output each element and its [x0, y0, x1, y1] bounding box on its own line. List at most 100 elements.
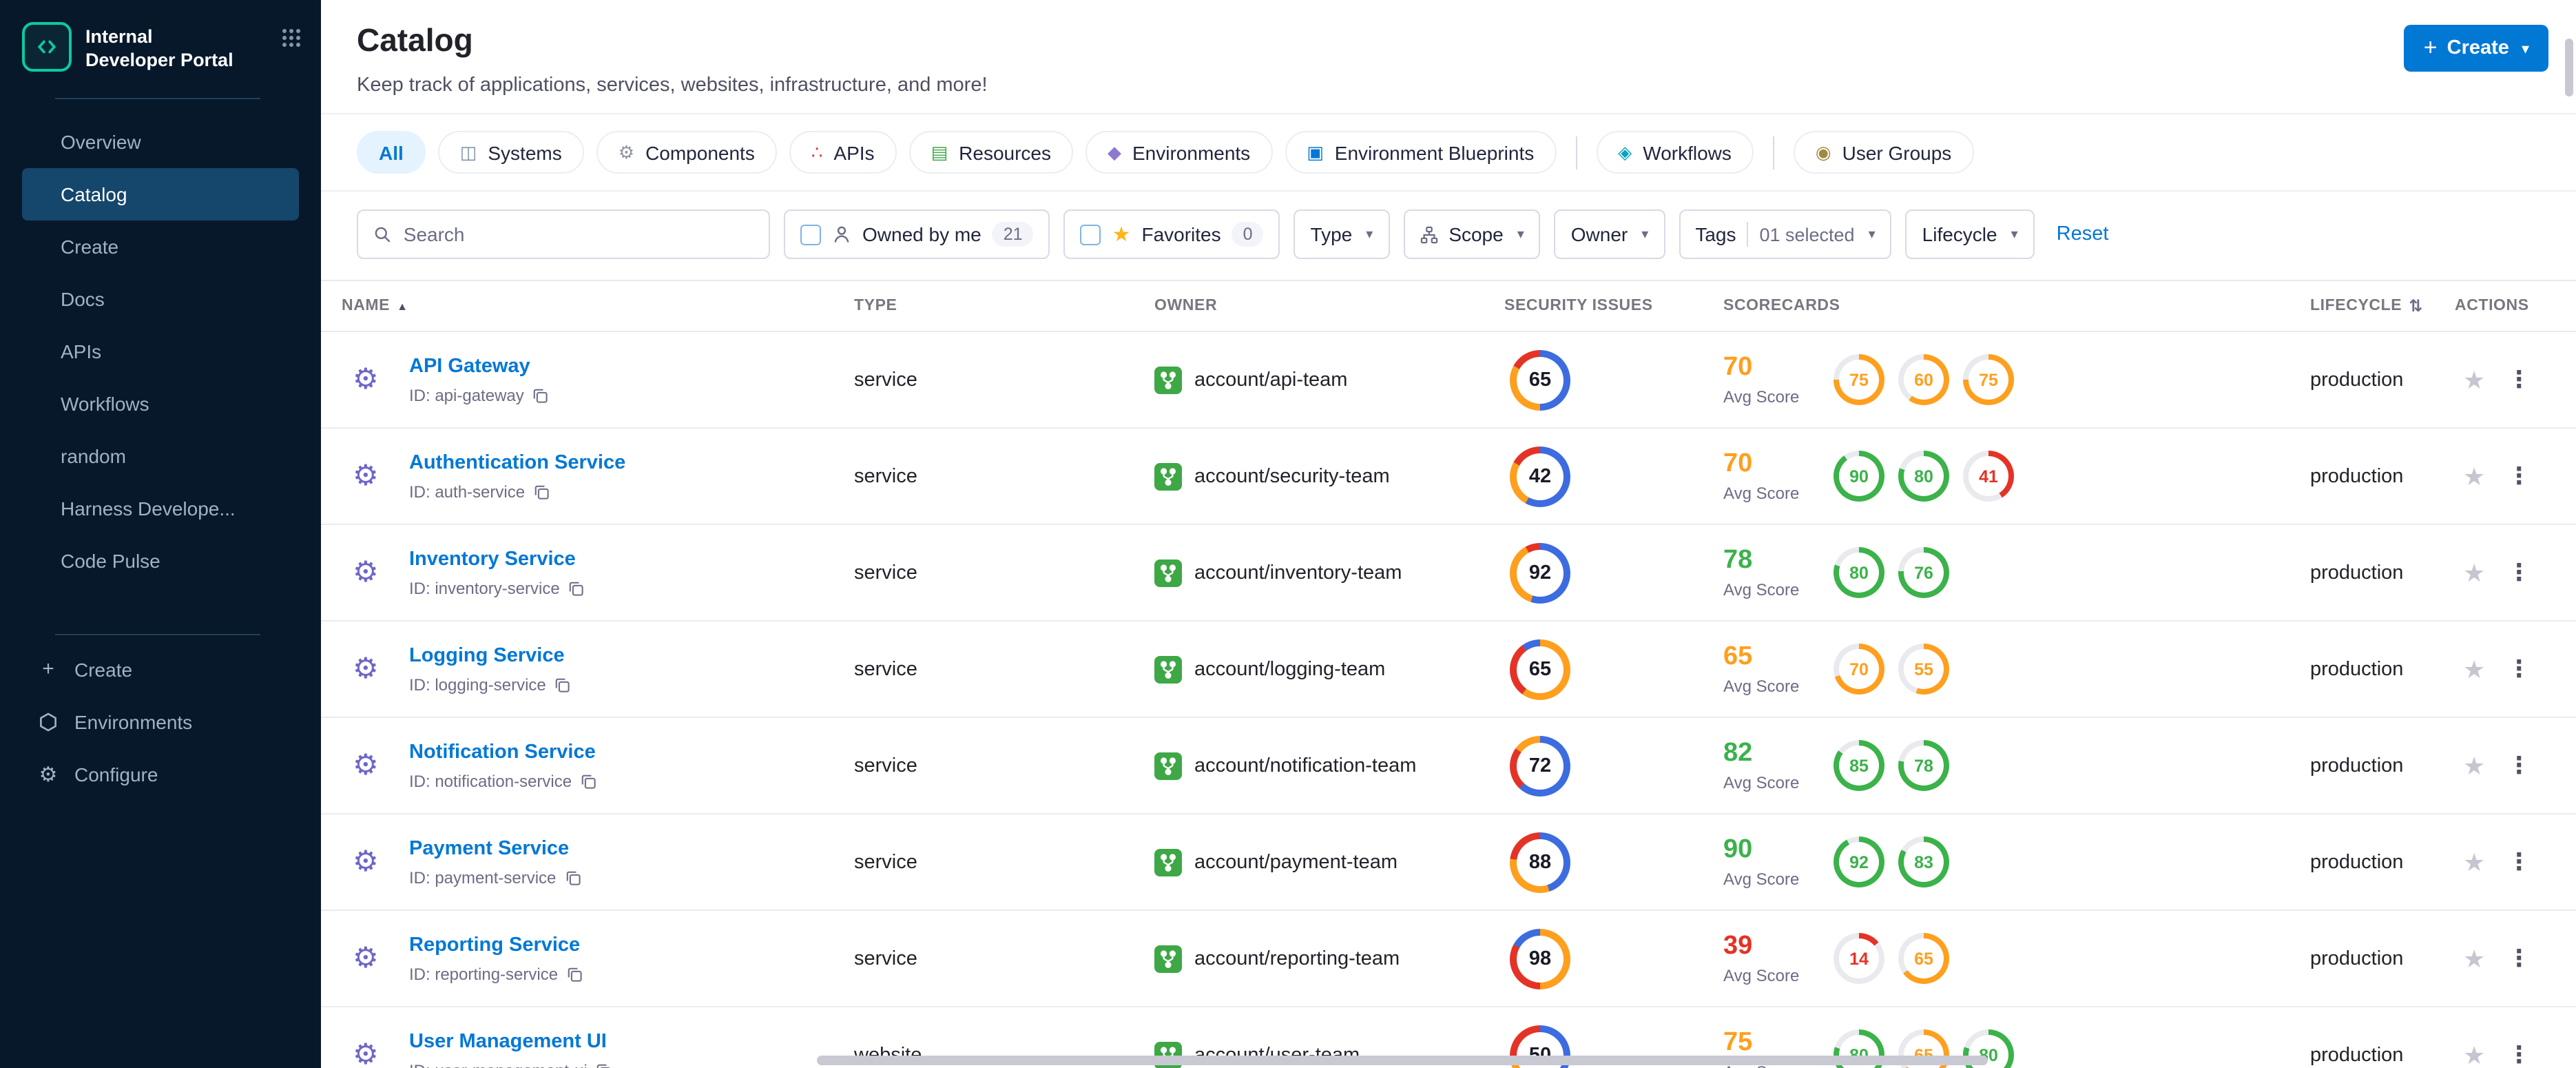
copy-icon[interactable] [533, 484, 550, 500]
favorite-star-icon[interactable]: ★ [2463, 1043, 2485, 1067]
tab-environments[interactable]: ◆ Environments [1086, 131, 1273, 174]
scorecard-ring[interactable]: 85 [1834, 740, 1884, 791]
component-name-link[interactable]: Inventory Service [409, 548, 576, 571]
tab-environment-blueprints[interactable]: ▣ Environment Blueprints [1285, 131, 1557, 174]
sidebar-item-configure[interactable]: ⚙ Configure [22, 748, 299, 800]
sidebar-item-create[interactable]: Create [22, 220, 299, 272]
component-name-link[interactable]: User Management UI [409, 1031, 607, 1053]
copy-icon[interactable] [568, 580, 585, 597]
tab-apis[interactable]: ∴ APIs [789, 131, 897, 174]
favorite-star-icon[interactable]: ★ [2463, 946, 2485, 971]
scorecard-ring[interactable]: 75 [1834, 354, 1884, 405]
copy-icon[interactable] [554, 677, 571, 693]
scorecard-ring[interactable]: 92 [1834, 836, 1884, 887]
component-id: ID: reporting-service [409, 965, 559, 984]
component-name-link[interactable]: API Gateway [409, 356, 530, 378]
table-row: ⚙ Payment Service ID: payment-service se… [321, 814, 2576, 911]
row-menu-icon[interactable]: ⋮ [2507, 947, 2531, 970]
scorecard-ring[interactable]: 70 [1834, 644, 1884, 695]
component-name-link[interactable]: Logging Service [409, 645, 565, 667]
sidebar-item-code-pulse[interactable]: Code Pulse [22, 534, 299, 586]
sidebar-item-apis[interactable]: APIs [22, 325, 299, 377]
row-menu-icon[interactable]: ⋮ [2507, 1043, 2531, 1067]
row-menu-icon[interactable]: ⋮ [2507, 754, 2531, 777]
row-menu-icon[interactable]: ⋮ [2507, 368, 2531, 391]
tab-all[interactable]: All [357, 131, 426, 174]
scorecard-ring[interactable]: 55 [1898, 644, 1949, 695]
scorecard-ring[interactable]: 83 [1898, 836, 1949, 887]
favorite-star-icon[interactable]: ★ [2463, 657, 2485, 681]
create-button[interactable]: + Create ▾ [2404, 25, 2548, 72]
component-id: ID: api-gateway [409, 386, 524, 405]
tab-systems[interactable]: ◫ Systems [437, 131, 584, 174]
sidebar-item-create[interactable]: + Create [22, 643, 299, 695]
tab-label: Environments [1132, 141, 1251, 163]
sidebar-item-environments[interactable]: Environments [22, 695, 299, 748]
copy-icon[interactable] [564, 870, 581, 886]
lifecycle-dropdown[interactable]: Lifecycle ▾ [1905, 209, 2035, 259]
favorite-star-icon[interactable]: ★ [2463, 850, 2485, 874]
sidebar-item-catalog[interactable]: Catalog [22, 167, 299, 220]
scorecard-ring[interactable]: 14 [1834, 933, 1884, 984]
column-header-name[interactable]: NAME ▲ [342, 298, 854, 314]
tab-user-groups[interactable]: ◉ User Groups [1793, 131, 1974, 174]
component-gear-icon: ⚙ [353, 750, 379, 781]
scorecard-ring[interactable]: 80 [1898, 451, 1949, 502]
tab-workflows[interactable]: ◈ Workflows [1596, 131, 1754, 174]
component-gear-icon: ⚙ [353, 653, 379, 685]
vertical-scrollbar-thumb[interactable] [2565, 39, 2573, 96]
favorite-star-icon[interactable]: ★ [2463, 464, 2485, 489]
row-menu-icon[interactable]: ⋮ [2507, 464, 2531, 488]
component-name-link[interactable]: Reporting Service [409, 934, 580, 956]
favorite-star-icon[interactable]: ★ [2463, 367, 2485, 392]
owner-dropdown[interactable]: Owner ▾ [1554, 209, 1665, 259]
type-dropdown[interactable]: Type ▾ [1294, 209, 1390, 259]
horizontal-scrollbar-thumb[interactable] [817, 1056, 1988, 1065]
page-subtitle: Keep track of applications, services, we… [357, 74, 988, 96]
copy-icon[interactable] [580, 773, 596, 790]
module-grid-icon[interactable] [281, 22, 302, 55]
tab-resources[interactable]: ▤ Resources [908, 131, 1073, 174]
search-input[interactable] [403, 223, 754, 245]
table-row: ⚙ Authentication Service ID: auth-servic… [321, 429, 2576, 525]
copy-icon[interactable] [596, 1062, 612, 1068]
component-name-link[interactable]: Notification Service [409, 741, 596, 763]
copy-icon[interactable] [532, 387, 549, 404]
scorecard-ring[interactable]: 78 [1898, 740, 1949, 791]
search-icon [375, 227, 391, 243]
scorecard-ring[interactable]: 41 [1963, 451, 2014, 502]
sidebar-item-harness-develope-[interactable]: Harness Develope... [22, 482, 299, 534]
security-issues-value: 65 [1517, 356, 1564, 403]
owned-by-me-filter[interactable]: Owned by me 21 [784, 209, 1050, 259]
row-menu-icon[interactable]: ⋮ [2507, 850, 2531, 874]
reset-button[interactable]: Reset [2057, 223, 2109, 245]
tab-components[interactable]: ⚙ Components [596, 131, 777, 174]
tags-dropdown[interactable]: Tags 01 selected ▾ [1679, 209, 1892, 259]
owned-by-me-checkbox[interactable] [800, 224, 821, 245]
favorites-checkbox[interactable] [1080, 224, 1101, 245]
sort-asc-icon: ▲ [397, 300, 408, 312]
scorecard-ring[interactable]: 60 [1898, 354, 1949, 405]
sidebar-item-docs[interactable]: Docs [22, 272, 299, 325]
row-menu-icon[interactable]: ⋮ [2507, 657, 2531, 681]
sidebar-item-random[interactable]: random [22, 429, 299, 482]
component-name-link[interactable]: Payment Service [409, 838, 569, 860]
scorecard-ring[interactable]: 65 [1898, 933, 1949, 984]
row-menu-icon[interactable]: ⋮ [2507, 561, 2531, 584]
scorecard-ring[interactable]: 90 [1834, 451, 1884, 502]
sidebar-logo-row: Internal Developer Portal [0, 0, 321, 78]
scorecard-ring[interactable]: 80 [1834, 547, 1884, 598]
scope-dropdown[interactable]: Scope ▾ [1403, 209, 1541, 259]
scorecard-ring[interactable]: 76 [1898, 547, 1949, 598]
scorecard-rings: 92 83 [1834, 836, 1949, 887]
favorites-filter[interactable]: ★ Favorites 0 [1063, 209, 1280, 259]
sidebar-item-overview[interactable]: Overview [22, 115, 299, 167]
favorite-star-icon[interactable]: ★ [2463, 560, 2485, 585]
sidebar-item-workflows[interactable]: Workflows [22, 377, 299, 429]
column-header-lifecycle[interactable]: LIFECYCLE ⇅ [2310, 296, 2455, 316]
copy-icon[interactable] [566, 966, 583, 983]
scorecard-ring[interactable]: 75 [1963, 354, 2014, 405]
scope-dropdown-label: Scope [1448, 223, 1504, 245]
favorite-star-icon[interactable]: ★ [2463, 753, 2485, 778]
component-name-link[interactable]: Authentication Service [409, 452, 625, 474]
